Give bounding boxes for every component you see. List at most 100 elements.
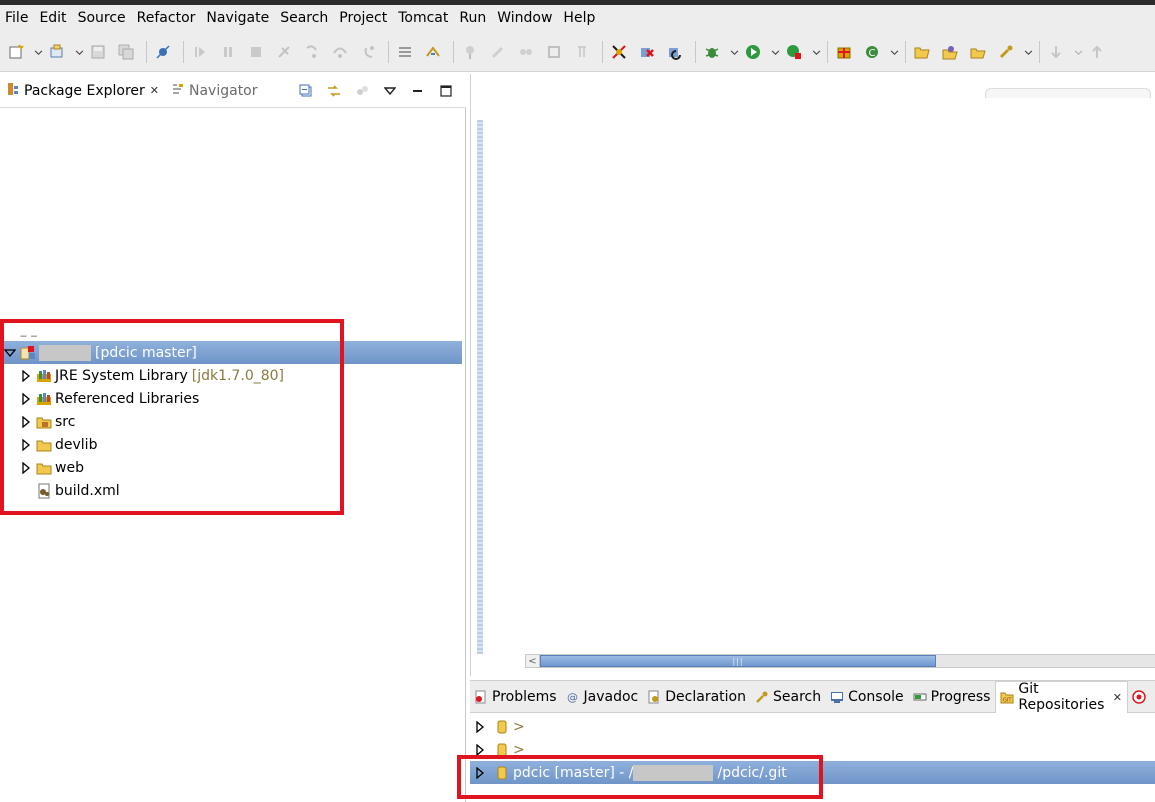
link-with-editor-icon[interactable] xyxy=(326,83,342,99)
tab-search[interactable]: Search xyxy=(751,681,826,713)
tab-console[interactable]: Console xyxy=(826,681,909,713)
highlight-box-git-repo xyxy=(457,755,823,799)
menu-help[interactable]: Help xyxy=(558,5,601,32)
open-task-icon[interactable] xyxy=(940,42,960,62)
tab-package-explorer[interactable]: Package Explorer ✕ xyxy=(0,74,165,108)
whitespace-icon[interactable] xyxy=(572,42,592,62)
menu-source[interactable]: Source xyxy=(73,5,132,32)
tab-declaration-label: Declaration xyxy=(665,688,746,705)
mark-occurrences-icon[interactable] xyxy=(423,42,443,62)
step-over-icon[interactable] xyxy=(330,42,350,62)
minimize-icon[interactable] xyxy=(410,83,426,99)
menu-project[interactable]: Project xyxy=(334,5,393,32)
new-class-icon[interactable]: C xyxy=(862,42,882,62)
tab-git-repositories[interactable]: GIT Git Repositories ✕ xyxy=(995,680,1128,713)
collapse-all-icon[interactable] xyxy=(298,83,314,99)
disconnect-icon[interactable] xyxy=(274,42,294,62)
package-explorer-tab-bar: Package Explorer ✕ Navigator xyxy=(0,74,466,108)
toolbar-separator xyxy=(388,40,389,63)
focus-icon[interactable] xyxy=(354,83,370,99)
editor-ruler xyxy=(477,120,483,654)
repository-icon xyxy=(494,719,510,735)
package-explorer-icon xyxy=(6,82,20,100)
debug-icon[interactable] xyxy=(702,42,722,62)
tab-error-log[interactable] xyxy=(1128,681,1155,713)
collapsed-chevron-icon[interactable] xyxy=(474,743,486,756)
save-icon[interactable] xyxy=(88,42,108,62)
refresh-tool-icon[interactable] xyxy=(665,42,685,62)
menu-navigate[interactable]: Navigate xyxy=(201,5,275,32)
toggle-breadcrumb-icon[interactable] xyxy=(395,42,415,62)
open-dropdown-icon[interactable] xyxy=(75,42,84,62)
svg-text:@: @ xyxy=(567,691,578,704)
step-return-icon[interactable] xyxy=(358,42,378,62)
error-icon xyxy=(1132,689,1146,704)
run-external-dropdown-icon[interactable] xyxy=(812,42,821,62)
highlight-box-project xyxy=(0,319,344,515)
open-folder-icon[interactable] xyxy=(912,42,932,62)
next-annotation-dropdown-icon[interactable] xyxy=(1074,42,1083,62)
menu-run[interactable]: Run xyxy=(454,5,492,32)
block-icon[interactable] xyxy=(544,42,564,62)
open-type-icon[interactable] xyxy=(47,42,67,62)
pen-icon[interactable] xyxy=(488,42,508,62)
maximize-icon[interactable] xyxy=(438,83,454,99)
menu-bar: File Edit Source Refactor Navigate Searc… xyxy=(0,5,1155,32)
horizontal-scrollbar[interactable]: < ||| xyxy=(525,654,1155,668)
menu-tomcat[interactable]: Tomcat xyxy=(393,5,454,32)
new-java-project-icon[interactable] xyxy=(834,42,854,62)
new-class-dropdown-icon[interactable] xyxy=(890,42,899,62)
tab-problems[interactable]: Problems xyxy=(470,681,562,713)
editor-area: < ||| xyxy=(470,74,1155,676)
view-menu-icon[interactable] xyxy=(382,83,398,99)
terminate-icon[interactable] xyxy=(246,42,266,62)
remove-tool-icon[interactable] xyxy=(637,42,657,62)
toolbar-separator xyxy=(453,40,454,63)
git-repo-row[interactable]: > xyxy=(470,715,525,738)
declaration-icon xyxy=(647,690,661,704)
next-annotation-icon[interactable] xyxy=(1046,42,1066,62)
svg-text:GIT: GIT xyxy=(1003,698,1012,704)
scroll-thumb[interactable]: ||| xyxy=(540,655,936,667)
menu-file[interactable]: File xyxy=(0,5,34,32)
suspend-icon[interactable] xyxy=(218,42,238,62)
search-icon xyxy=(755,690,769,704)
menu-window[interactable]: Window xyxy=(492,5,558,32)
new-dropdown-icon[interactable] xyxy=(34,42,43,62)
open-resource-icon[interactable] xyxy=(968,42,988,62)
search-dropdown-icon[interactable] xyxy=(1024,42,1033,62)
git-icon: GIT xyxy=(1000,690,1014,704)
tab-navigator[interactable]: Navigator xyxy=(165,74,264,108)
tab-declaration[interactable]: Declaration xyxy=(643,681,751,713)
step-into-icon[interactable] xyxy=(302,42,322,62)
console-icon xyxy=(830,690,844,704)
bug-tool-icon[interactable] xyxy=(609,42,629,62)
menu-search[interactable]: Search xyxy=(275,5,334,32)
tab-javadoc[interactable]: @ Javadoc xyxy=(562,681,644,713)
pin-icon[interactable] xyxy=(460,42,480,62)
run-dropdown-icon[interactable] xyxy=(771,42,780,62)
close-icon[interactable]: ✕ xyxy=(1113,691,1122,704)
toolbar-separator xyxy=(905,40,906,63)
skip-breakpoints-icon[interactable] xyxy=(153,42,173,62)
debug-dropdown-icon[interactable] xyxy=(730,42,739,62)
menu-refactor[interactable]: Refactor xyxy=(132,5,202,32)
package-explorer-actions xyxy=(286,83,466,99)
group-icon[interactable] xyxy=(516,42,536,62)
at-icon: @ xyxy=(566,690,580,704)
menu-edit[interactable]: Edit xyxy=(34,5,72,32)
toolbar-separator xyxy=(602,40,603,63)
run-icon[interactable] xyxy=(743,42,763,62)
collapsed-chevron-icon[interactable] xyxy=(474,720,486,733)
close-icon[interactable]: ✕ xyxy=(150,84,159,97)
tab-git-repositories-label: Git Repositories xyxy=(1018,681,1105,713)
search-tool-icon[interactable] xyxy=(996,42,1016,62)
prev-annotation-icon[interactable] xyxy=(1087,42,1107,62)
run-external-icon[interactable] xyxy=(784,42,804,62)
resume-icon[interactable] xyxy=(190,42,210,62)
save-all-icon[interactable] xyxy=(116,42,136,62)
tab-progress[interactable]: Progress xyxy=(909,681,996,713)
new-icon[interactable] xyxy=(6,42,26,62)
scroll-left-icon[interactable]: < xyxy=(526,655,540,667)
svg-text:C: C xyxy=(869,48,876,59)
